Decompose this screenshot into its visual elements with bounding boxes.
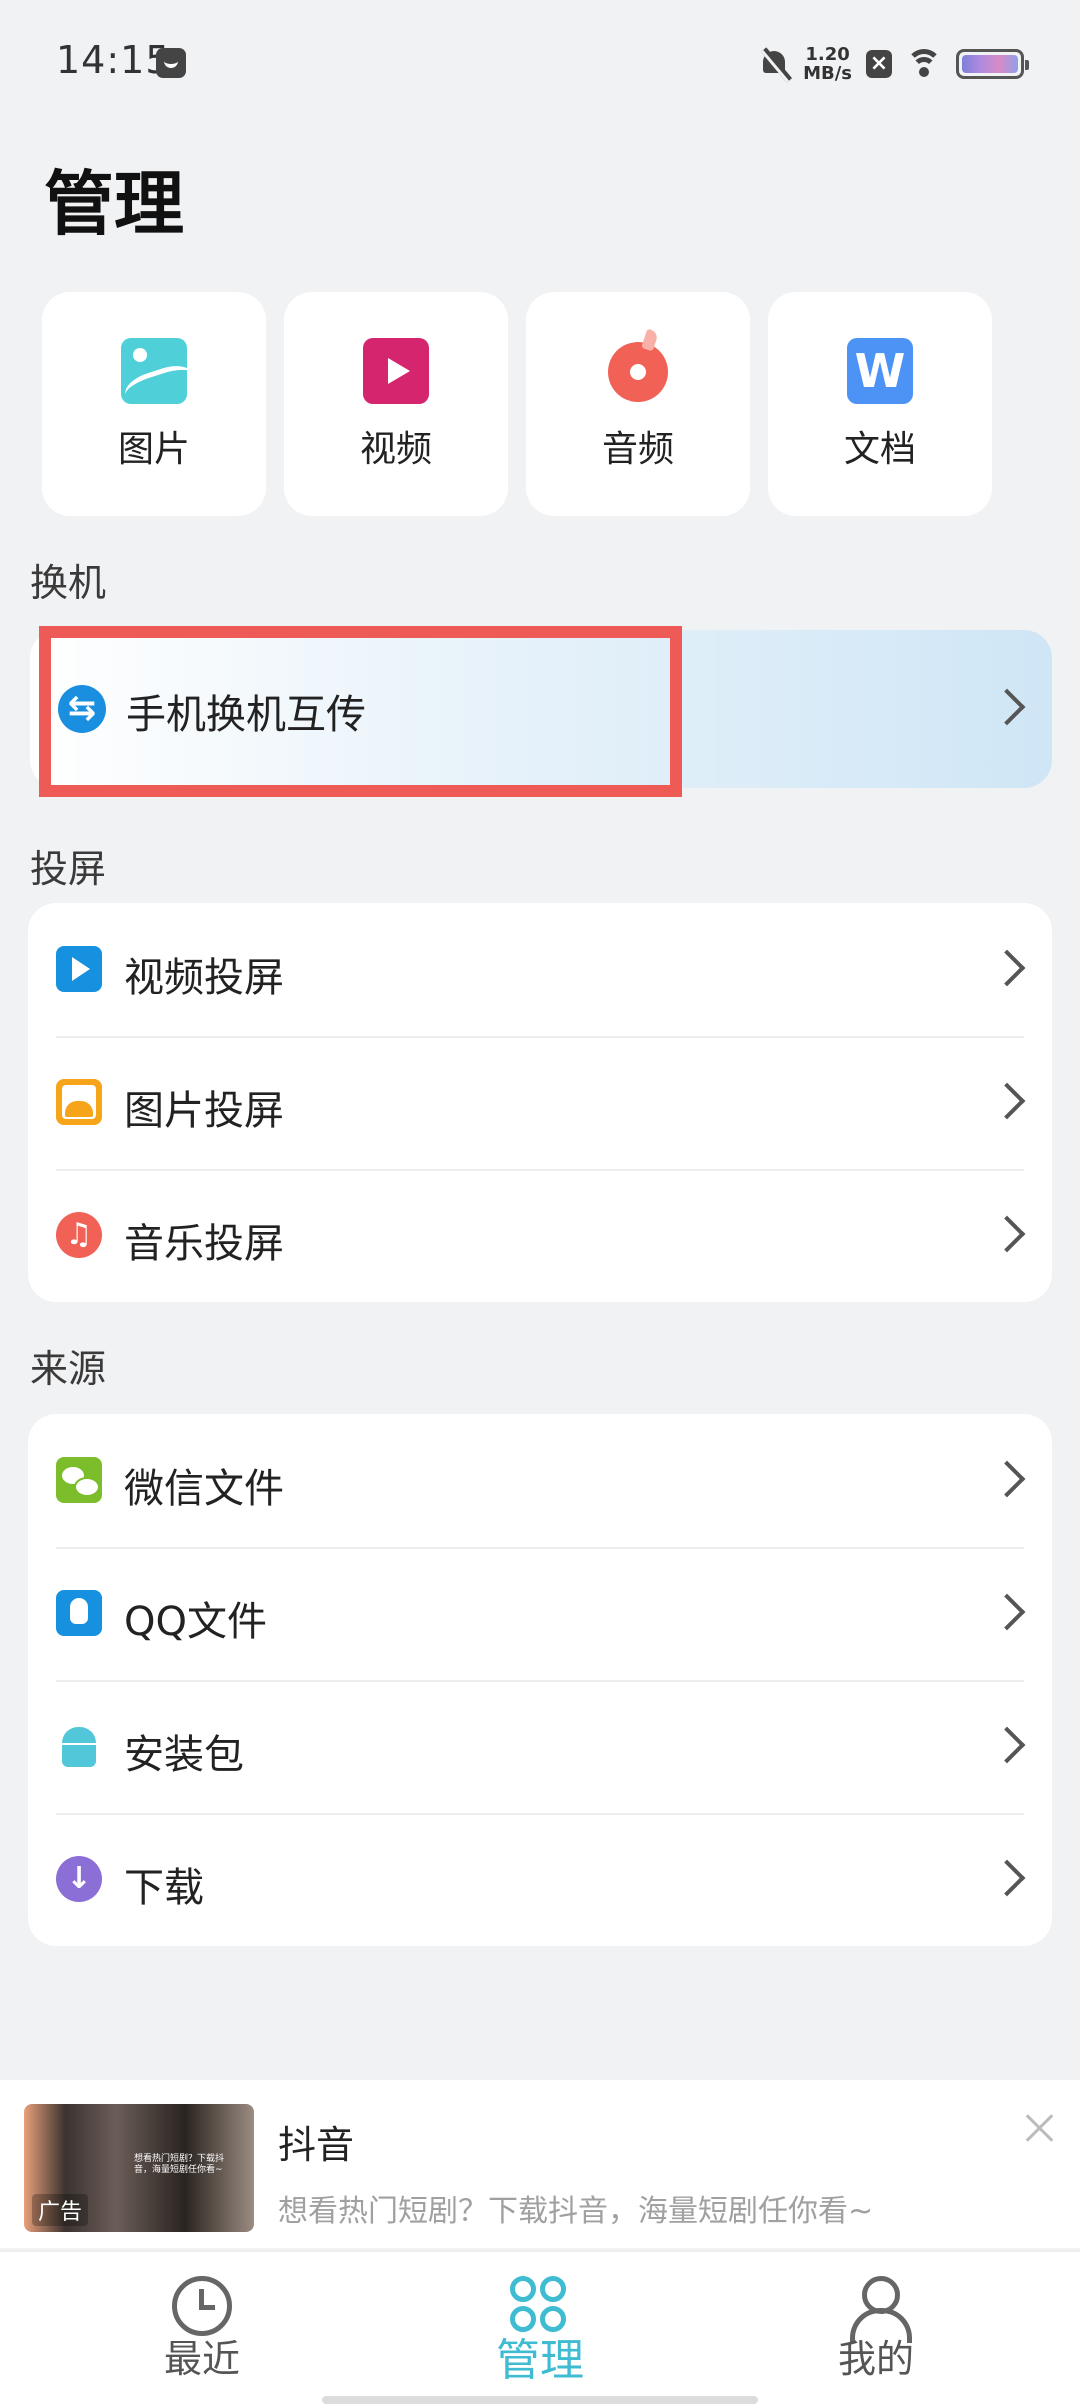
list-item-image-cast[interactable]: 图片投屏 <box>28 1036 1052 1169</box>
category-label: 音频 <box>601 429 674 470</box>
battery-icon <box>956 49 1029 79</box>
category-tile-images[interactable]: 图片 <box>42 292 266 516</box>
ad-banner[interactable]: 想看热门短剧？下载抖音，海量短剧任你看~ 广告 抖音 想看热门短剧？下载抖音，海… <box>0 2080 1080 2248</box>
category-tiles: 图片 视频 音频 W 文档 <box>42 292 992 516</box>
list-item-label: 微信文件 <box>124 1466 284 1512</box>
image-cast-icon <box>56 1079 102 1125</box>
list-item-label: 音乐投屏 <box>124 1221 284 1267</box>
category-tile-documents[interactable]: W 文档 <box>768 292 992 516</box>
list-item-downloads[interactable]: ↓ 下载 <box>28 1813 1052 1946</box>
category-label: 图片 <box>117 429 190 470</box>
nav-label: 最近 <box>163 2337 240 2381</box>
source-list: 微信文件 QQ文件 安装包 ↓ 下载 <box>28 1414 1052 1946</box>
highlight-box <box>39 626 682 797</box>
video-cast-icon <box>56 946 102 992</box>
image-icon <box>121 338 187 404</box>
video-icon <box>363 338 429 404</box>
chevron-right-icon <box>988 1460 1026 1498</box>
ad-thumbnail-text: 想看热门短剧？下载抖音，海量短剧任你看~ <box>134 2154 225 2175</box>
status-indicators: 1.20 MB/s × <box>759 42 1029 86</box>
cast-list: 视频投屏 图片投屏 ♫ 音乐投屏 <box>28 903 1052 1302</box>
list-item-music-cast[interactable]: ♫ 音乐投屏 <box>28 1169 1052 1302</box>
audio-icon <box>608 342 668 402</box>
nav-mine[interactable]: 我的 <box>776 2252 976 2408</box>
nav-label: 我的 <box>837 2337 914 2381</box>
wechat-icon <box>56 1457 102 1503</box>
nav-label: 管理 <box>496 2335 584 2386</box>
list-item-wechat-files[interactable]: 微信文件 <box>28 1414 1052 1547</box>
mute-bell-icon <box>759 47 789 81</box>
nav-recent[interactable]: 最近 <box>102 2252 302 2408</box>
android-icon <box>56 1723 102 1769</box>
category-tile-videos[interactable]: 视频 <box>284 292 508 516</box>
category-tile-audio[interactable]: 音频 <box>526 292 750 516</box>
chevron-right-icon <box>988 1859 1026 1897</box>
category-label: 视频 <box>359 429 432 470</box>
section-label-source: 来源 <box>30 1347 107 1391</box>
home-indicator <box>322 2396 758 2404</box>
ad-title: 抖音 <box>278 2123 355 2167</box>
category-label: 文档 <box>843 429 916 470</box>
list-item-label: 图片投屏 <box>124 1088 284 1134</box>
page-title: 管理 <box>44 163 184 245</box>
status-time: 14:15 <box>56 38 171 82</box>
message-notification-icon <box>156 48 186 78</box>
list-item-apk[interactable]: 安装包 <box>28 1680 1052 1813</box>
network-speed-unit: MB/s <box>803 63 852 84</box>
network-speed-value: 1.20 <box>805 44 850 65</box>
network-speed: 1.20 MB/s <box>803 45 852 83</box>
document-icon: W <box>847 338 913 404</box>
nav-manage[interactable]: 管理 <box>440 2252 640 2408</box>
music-cast-icon: ♫ <box>56 1212 102 1258</box>
status-bar: 14:15 1.20 MB/s × <box>0 0 1080 120</box>
list-item-label: QQ文件 <box>124 1599 267 1645</box>
list-item-label: 下载 <box>124 1865 204 1911</box>
section-label-cast: 投屏 <box>30 847 107 891</box>
chevron-right-icon <box>988 1215 1026 1253</box>
ad-tag: 广告 <box>32 2194 89 2226</box>
chevron-right-icon <box>988 1593 1026 1631</box>
chevron-right-icon <box>988 1082 1026 1120</box>
clock-icon <box>172 2276 232 2336</box>
chevron-right-icon <box>988 949 1026 987</box>
bottom-nav: 最近 管理 我的 <box>0 2250 1080 2408</box>
ad-thumbnail[interactable]: 想看热门短剧？下载抖音，海量短剧任你看~ 广告 <box>24 2104 254 2232</box>
wifi-icon <box>906 49 942 79</box>
ad-description: 想看热门短剧？下载抖音，海量短剧任你看~ <box>278 2194 874 2229</box>
list-item-label: 安装包 <box>124 1732 244 1778</box>
list-item-video-cast[interactable]: 视频投屏 <box>28 903 1052 1036</box>
section-label-switch: 换机 <box>30 561 107 605</box>
list-item-label: 视频投屏 <box>124 955 284 1001</box>
chevron-right-icon <box>988 688 1026 726</box>
list-item-qq-files[interactable]: QQ文件 <box>28 1547 1052 1680</box>
qq-icon <box>56 1590 102 1636</box>
person-icon <box>846 2276 912 2343</box>
close-box-icon: × <box>866 50 892 78</box>
close-icon[interactable] <box>1022 2110 1058 2146</box>
chevron-right-icon <box>988 1726 1026 1764</box>
download-icon: ↓ <box>56 1856 102 1902</box>
